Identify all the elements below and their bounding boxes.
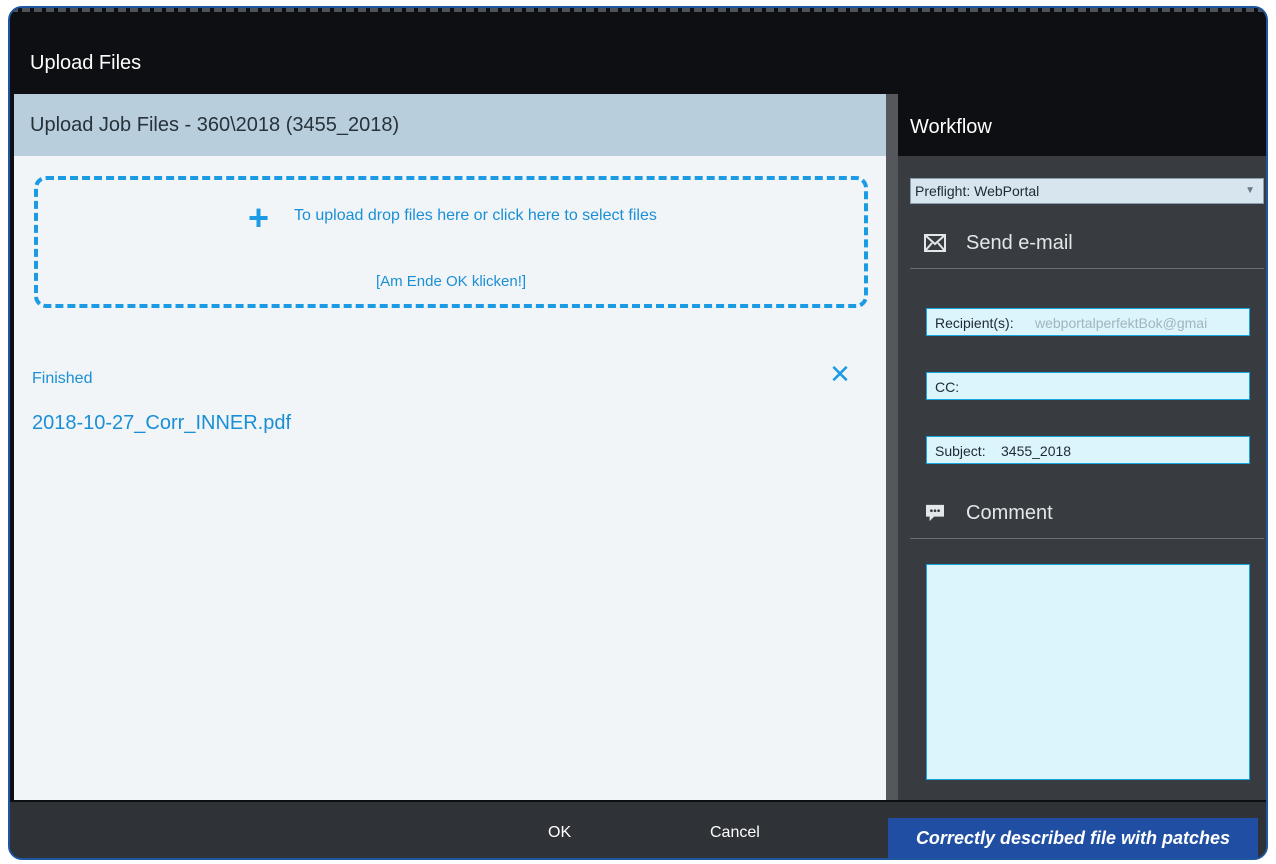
upload-panel-title: Upload Job Files - 360\2018 (3455_2018) <box>30 114 400 136</box>
plus-icon: + <box>248 197 270 238</box>
comment-label: Comment <box>966 502 1053 524</box>
upload-dialog: Upload Files Upload Job Files - 360\2018… <box>8 6 1268 860</box>
close-icon[interactable]: ✕ <box>826 360 854 388</box>
recipients-placeholder: webportalperfektBok@gmai <box>1035 315 1208 331</box>
recipients-label: Recipient(s): <box>935 315 1014 331</box>
workflow-title: Workflow <box>910 116 992 138</box>
workflow-header: Workflow <box>898 94 1266 156</box>
recipients-field[interactable]: Recipient(s): webportalperfektBok@gmai <box>926 308 1250 336</box>
subject-value: 3455_2018 <box>1001 443 1072 459</box>
ok-button[interactable]: OK <box>548 824 571 842</box>
drop-zone-hint: [Am Ende OK klicken!] <box>375 273 527 290</box>
comment-icon <box>926 504 944 522</box>
file-drop-zone[interactable]: + To upload drop files here or click her… <box>34 176 868 308</box>
drop-zone-message: To upload drop files here or click here … <box>294 207 657 224</box>
subject-field[interactable]: Subject: 3455_2018 <box>926 436 1250 464</box>
send-email-label: Send e-mail <box>966 232 1073 254</box>
upload-panel: Upload Job Files - 360\2018 (3455_2018) … <box>14 94 886 800</box>
upload-status: Finished <box>32 370 93 387</box>
send-email-section: Send e-mail <box>910 224 1264 269</box>
preflight-select[interactable]: Preflight: WebPortal ▼ <box>910 178 1264 204</box>
top-edge <box>10 8 1266 30</box>
subject-label: Subject: <box>935 443 986 459</box>
uploaded-file-name[interactable]: 2018-10-27_Corr_INNER.pdf <box>32 412 291 435</box>
dialog-title: Upload Files <box>30 52 142 74</box>
annotation-banner: Correctly described file with patches <box>888 818 1258 858</box>
cc-label: CC: <box>935 379 960 395</box>
cancel-button[interactable]: Cancel <box>710 824 760 842</box>
comment-textarea[interactable] <box>926 564 1250 780</box>
title-bar: Upload Files <box>10 30 1266 94</box>
envelope-icon <box>924 234 946 252</box>
preflight-label: Preflight: <box>915 183 971 199</box>
comment-section: Comment <box>910 494 1264 539</box>
workflow-panel: Workflow Preflight: WebPortal ▼ Send e-m… <box>898 94 1266 800</box>
chevron-down-icon: ▼ <box>1245 185 1255 196</box>
cc-field[interactable]: CC: <box>926 372 1250 400</box>
panel-scrollbar[interactable] <box>886 94 898 800</box>
upload-panel-header: Upload Job Files - 360\2018 (3455_2018) <box>14 94 886 156</box>
preflight-value: WebPortal <box>974 183 1040 199</box>
dialog-footer: OK Cancel Correctly described file with … <box>10 802 1266 858</box>
